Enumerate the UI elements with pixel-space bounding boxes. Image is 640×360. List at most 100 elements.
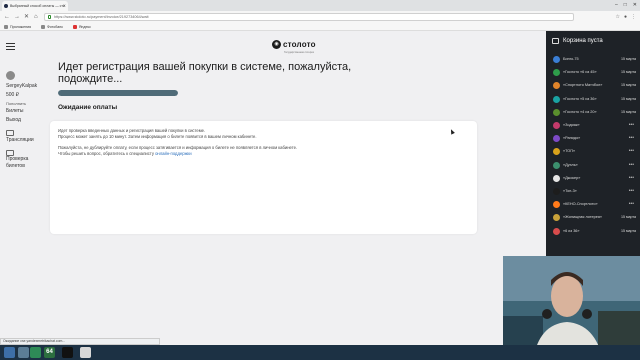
lottery-item[interactable]: «Рапидо» •••	[546, 132, 640, 145]
star-icon[interactable]: ☆	[615, 13, 619, 21]
close-window-icon[interactable]: ✕	[633, 0, 637, 11]
stop-loading-icon[interactable]: ✕	[24, 13, 29, 21]
address-url: https://www.stoloto.ru/payment/invoice/2…	[54, 15, 149, 19]
sidebar-item-check-tickets[interactable]: Проверка билетов	[6, 156, 34, 170]
browser-tabstrip: Выбранный способ оплаты — сто ✕ – □ ✕	[0, 0, 640, 11]
back-icon[interactable]: ←	[4, 13, 10, 21]
bookmark-yandex[interactable]: Яндекс	[72, 23, 91, 30]
lottery-name: «Джокер»	[563, 175, 581, 180]
lottery-draw-date: 15 марта	[621, 228, 636, 233]
windows-start-icon[interactable]	[4, 347, 15, 358]
lottery-item[interactable]: «Зодиак» •••	[546, 119, 640, 132]
status-title: Ожидание оплаты	[58, 104, 118, 111]
lottery-item[interactable]: «Топ-3» •••	[546, 185, 640, 198]
lottery-item[interactable]: Бинго-75 15 марта	[546, 53, 640, 66]
lottery-logo-icon	[553, 135, 560, 143]
lottery-item[interactable]: «КЕНО-Спортлото» •••	[546, 198, 640, 211]
avatar[interactable]	[6, 71, 15, 80]
maximize-icon[interactable]: □	[624, 0, 627, 11]
more-icon[interactable]: •••	[629, 172, 634, 185]
lottery-name: «Зодиак»	[563, 123, 580, 127]
lottery-logo-icon	[553, 214, 560, 222]
logo-text: столото	[283, 40, 316, 49]
extension-icon[interactable]: ●	[624, 13, 627, 21]
stoloto-logo[interactable]: ◉ столото Государственная лотерея	[272, 40, 316, 54]
cart-header[interactable]: Корзина пуста	[546, 31, 640, 51]
browser-tab[interactable]: Выбранный способ оплаты — сто ✕	[2, 1, 68, 11]
forward-icon[interactable]: →	[14, 13, 20, 21]
lottery-name: «Дуэль»	[563, 162, 578, 167]
balance: 500 ₽	[6, 92, 19, 98]
bookmarks-bar: Приложения Фотобанк Яндекс	[0, 23, 640, 31]
lottery-name: «Топ-3»	[563, 189, 577, 193]
lottery-logo-icon	[553, 188, 560, 195]
lottery-item[interactable]: «Дуэль» •••	[546, 159, 640, 172]
sidebar-item-tickets[interactable]: Билеты	[6, 107, 46, 116]
app-64-icon[interactable]: 64	[44, 347, 55, 358]
more-icon[interactable]: •••	[629, 198, 634, 211]
lottery-name: «6 из 36»	[563, 228, 580, 233]
lottery-item[interactable]: «Гослото «5 из 36» 15 марта	[546, 93, 640, 106]
lottery-logo-icon	[553, 161, 560, 169]
bookmark-apps[interactable]: Приложения	[4, 23, 31, 30]
more-icon[interactable]: •••	[629, 119, 634, 132]
lottery-draw-date: 15 марта	[621, 109, 636, 114]
tab-title: Выбранный способ оплаты — сто	[10, 4, 65, 8]
lottery-name: «Гослото «6 из 45»	[563, 70, 597, 75]
lottery-draw-date: 15 марта	[621, 57, 636, 61]
lottery-item[interactable]: «ТОП» •••	[546, 145, 640, 158]
more-icon[interactable]: •••	[629, 159, 634, 172]
lottery-item[interactable]: «6 из 36» 15 марта	[546, 225, 640, 238]
account-sidebar: SergeyKalpak 500 ₽ Пополнить Билеты Выхо…	[6, 71, 46, 170]
lottery-name: «Спортлото Матчбол»	[563, 83, 603, 88]
lottery-name: Бинго-75	[563, 57, 579, 61]
hamburger-menu-icon[interactable]	[6, 43, 15, 51]
lottery-logo-icon	[553, 148, 560, 156]
lottery-logo-icon	[553, 174, 560, 182]
lottery-logo-icon	[553, 56, 560, 63]
lottery-logo-icon	[553, 122, 560, 129]
progress-fill	[58, 90, 178, 96]
lottery-item[interactable]: «Спортлото Матчбол» 15 марта	[546, 79, 640, 92]
lottery-name: «Гослото «4 из 20»	[563, 109, 597, 114]
topup-link[interactable]: Пополнить	[6, 100, 46, 107]
obs-icon[interactable]	[62, 347, 73, 358]
taskbar: 64	[0, 345, 640, 360]
app-icon[interactable]	[30, 347, 41, 358]
more-icon[interactable]: •••	[629, 145, 634, 158]
more-icon[interactable]: •••	[629, 132, 634, 145]
lottery-logo-icon	[553, 227, 560, 235]
bookmark-fotobank[interactable]: Фотобанк	[41, 23, 63, 30]
file-explorer-icon[interactable]	[18, 347, 29, 358]
lottery-name: «Жилищная лотерея»	[563, 215, 603, 220]
sidebar-item-broadcasts[interactable]: Трансляции	[6, 136, 46, 145]
menu-icon[interactable]: ⋮	[631, 13, 636, 21]
logo-subtitle: Государственная лотерея	[284, 51, 314, 54]
lottery-name: «КЕНО-Спортлото»	[563, 202, 598, 207]
lottery-name: «ТОП»	[563, 149, 576, 154]
lottery-logo-icon	[553, 69, 560, 77]
lottery-item[interactable]: «Джокер» •••	[546, 172, 640, 185]
lottery-name: «Гослото «5 из 36»	[563, 96, 597, 101]
yandex-icon	[72, 24, 77, 29]
sidebar-item-logout[interactable]: Выход	[6, 116, 46, 125]
cart-title: Корзина пуста	[563, 38, 603, 44]
home-icon[interactable]: ⌂	[34, 13, 38, 21]
more-icon[interactable]: •••	[629, 185, 634, 198]
lottery-item[interactable]: «Жилищная лотерея» 15 марта	[546, 211, 640, 224]
close-tab-icon[interactable]: ✕	[63, 1, 66, 11]
lottery-item[interactable]: «Гослото «6 из 45» 15 марта	[546, 66, 640, 79]
minimize-icon[interactable]: –	[615, 0, 618, 11]
chrome-icon[interactable]	[80, 347, 91, 358]
registration-progress	[58, 90, 178, 96]
browser-toolbar: ← → ✕ ⌂ https://www.stoloto.ru/payment/i…	[0, 11, 640, 23]
lottery-item[interactable]: «Гослото «4 из 20» 15 марта	[546, 106, 640, 119]
support-link[interactable]: онлайн-поддержки	[155, 151, 191, 156]
username[interactable]: SergeyKalpak	[6, 82, 46, 91]
lottery-logo-icon	[553, 108, 560, 116]
warn-line-2: Чтобы решить вопрос, обратитесь к специа…	[58, 151, 154, 156]
address-bar[interactable]: https://www.stoloto.ru/payment/invoice/2…	[44, 13, 574, 21]
lottery-name: «Рапидо»	[563, 136, 581, 141]
lottery-draw-date: 15 марта	[621, 96, 636, 101]
warn-line-1: Пожалуйста, не дублируйте оплату, если п…	[58, 145, 298, 150]
